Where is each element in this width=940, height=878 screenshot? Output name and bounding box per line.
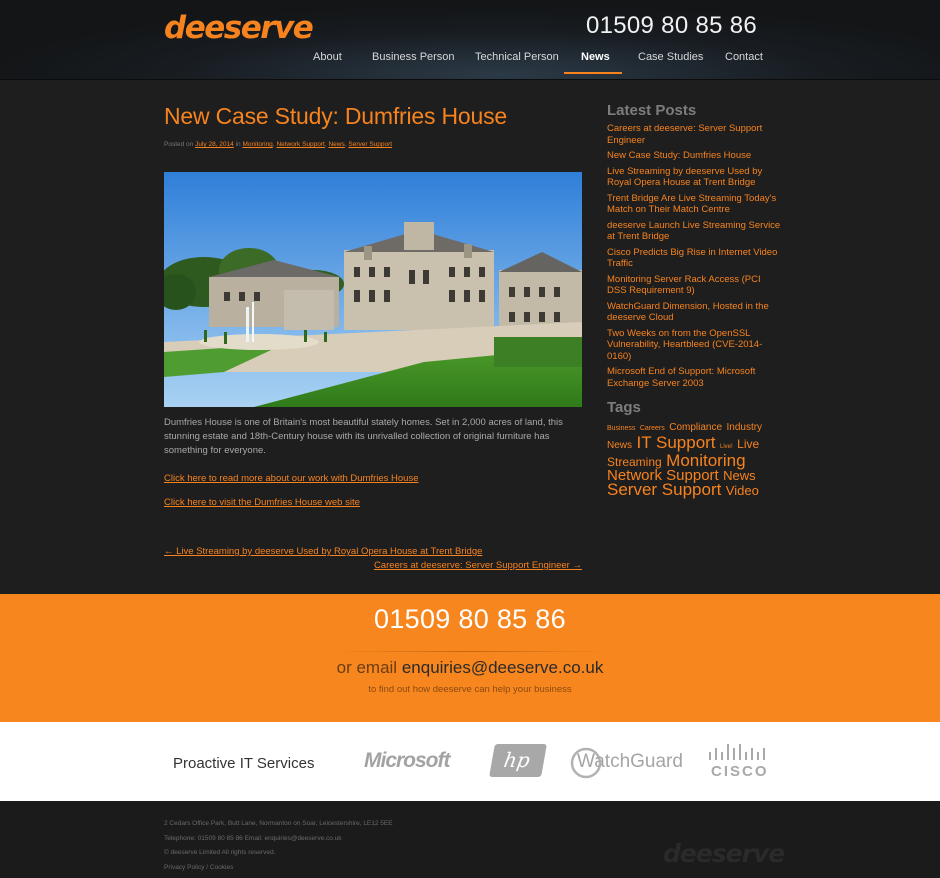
footer-info: 2 Cedars Office Park, Butt Lane, Normant… xyxy=(164,817,393,875)
email-link[interactable]: enquiries@deeserve.co.uk xyxy=(402,658,604,677)
microsoft-logo: Microsoft xyxy=(364,749,450,772)
category-link-monitoring[interactable]: Monitoring xyxy=(242,141,272,148)
tag-link[interactable]: News xyxy=(607,440,632,451)
header-phone: 01509 80 85 86 xyxy=(585,12,757,39)
footer-logo: deeserve xyxy=(663,839,785,868)
nav-business-person[interactable]: Business Person xyxy=(372,51,455,63)
category-link-network-support[interactable]: Network Support xyxy=(276,141,324,148)
nav-contact[interactable]: Contact xyxy=(725,51,763,63)
next-post-link[interactable]: Careers at deeserve: Server Support Engi… xyxy=(374,560,582,571)
cisco-logo: CISCO xyxy=(707,744,769,784)
meta-in: in xyxy=(235,141,241,148)
footer-contact: Telephone: 01509 80 85 86 Email: enquiri… xyxy=(164,834,342,842)
email-prefix: or email xyxy=(336,658,398,677)
previous-post-link[interactable]: ← Live Streaming by deeserve Used by Roy… xyxy=(164,546,482,557)
contact-band: 01509 80 85 86 or email enquiries@deeser… xyxy=(0,594,940,722)
site-footer: 2 Cedars Office Park, Butt Lane, Normant… xyxy=(0,801,940,878)
partners-title: Proactive IT Services xyxy=(173,755,315,772)
latest-post-link[interactable]: Monitoring Server Rack Access (PCI DSS R… xyxy=(607,274,782,297)
tag-link[interactable]: Business xyxy=(607,425,635,432)
latest-post-link[interactable]: Trent Bridge Are Live Streaming Today's … xyxy=(607,193,782,216)
tags-heading: Tags xyxy=(607,399,641,416)
tag-link[interactable]: Live! xyxy=(720,444,733,450)
nav-technical-person[interactable]: Technical Person xyxy=(475,51,559,63)
tag-link[interactable]: Industry xyxy=(726,422,762,433)
dumfries-website-link[interactable]: Click here to visit the Dumfries House w… xyxy=(164,497,582,508)
category-link-server-support[interactable]: Server Support xyxy=(348,141,392,148)
latest-post-link[interactable]: Live Streaming by deeserve Used by Royal… xyxy=(607,166,782,189)
latest-post-link[interactable]: Microsoft End of Support: Microsoft Exch… xyxy=(607,366,782,389)
latest-post-link[interactable]: Two Weeks on from the OpenSSL Vulnerabil… xyxy=(607,328,782,363)
hero-image xyxy=(164,172,582,407)
band-divider xyxy=(330,651,610,652)
nav-active-indicator xyxy=(564,72,622,74)
footer-copyright: © deeserve Limited All rights reserved. xyxy=(164,849,276,856)
band-phone: 01509 80 85 86 xyxy=(374,604,566,634)
latest-post-link[interactable]: New Case Study: Dumfries House xyxy=(607,150,782,162)
band-email-line: or email enquiries@deeserve.co.uk xyxy=(0,658,940,678)
tag-link[interactable]: Compliance xyxy=(669,422,722,433)
latest-post-link[interactable]: Cisco Predicts Big Rise in Internet Vide… xyxy=(607,247,782,270)
cisco-bars xyxy=(709,744,765,760)
latest-post-link[interactable]: Careers at deeserve: Server Support Engi… xyxy=(607,123,782,146)
post-date-link[interactable]: July 28, 2014 xyxy=(195,141,234,148)
nav-about[interactable]: About xyxy=(313,51,342,63)
hp-logo: hp xyxy=(489,744,547,777)
site-logo[interactable]: deeserve xyxy=(164,10,314,46)
dumfries-house-photo xyxy=(164,172,582,407)
post-meta: Posted on July 28, 2014 in Monitoring, N… xyxy=(164,141,393,148)
watchguard-logo: WatchGuard xyxy=(570,746,688,785)
band-subtext: to find out how deeserve can help your b… xyxy=(368,684,572,695)
footer-address: 2 Cedars Office Park, Butt Lane, Normant… xyxy=(164,820,393,827)
nav-case-studies[interactable]: Case Studies xyxy=(638,51,703,63)
tag-link[interactable]: IT Support xyxy=(636,433,715,452)
sidebar: Latest Posts Careers at deeserve: Server… xyxy=(607,101,782,498)
latest-post-link[interactable]: deeserve Launch Live Streaming Service a… xyxy=(607,220,782,243)
tag-link[interactable]: Video xyxy=(726,483,759,498)
tag-link[interactable]: Careers xyxy=(640,425,665,432)
latest-posts-heading: Latest Posts xyxy=(607,102,697,119)
tag-link[interactable]: News xyxy=(723,468,756,483)
category-link-news[interactable]: News xyxy=(328,141,344,148)
meta-prefix: Posted on xyxy=(164,141,194,148)
latest-post-link[interactable]: WatchGuard Dimension, Hosted in the dees… xyxy=(607,301,782,324)
footer-policy-link[interactable]: Privacy Policy / Cookies xyxy=(164,861,393,876)
site-header: deeserve 01509 80 85 86 About Business P… xyxy=(0,0,940,80)
tag-cloud: Business Careers Compliance Industry New… xyxy=(607,419,782,498)
post-title: New Case Study: Dumfries House xyxy=(164,103,507,129)
post-content: New Case Study: Dumfries House Posted on… xyxy=(164,100,582,571)
main-nav: About Business Person Technical Person N… xyxy=(300,45,770,75)
nav-news[interactable]: News xyxy=(581,51,610,63)
partners-strip: Proactive IT Services Microsoft hp Watch… xyxy=(0,722,940,801)
tag-link[interactable]: Server Support xyxy=(607,480,721,499)
latest-posts-list: Careers at deeserve: Server Support Engi… xyxy=(607,123,782,389)
case-study-link[interactable]: Click here to read more about our work w… xyxy=(164,473,582,484)
post-body: Dumfries House is one of Britain's most … xyxy=(164,417,563,456)
